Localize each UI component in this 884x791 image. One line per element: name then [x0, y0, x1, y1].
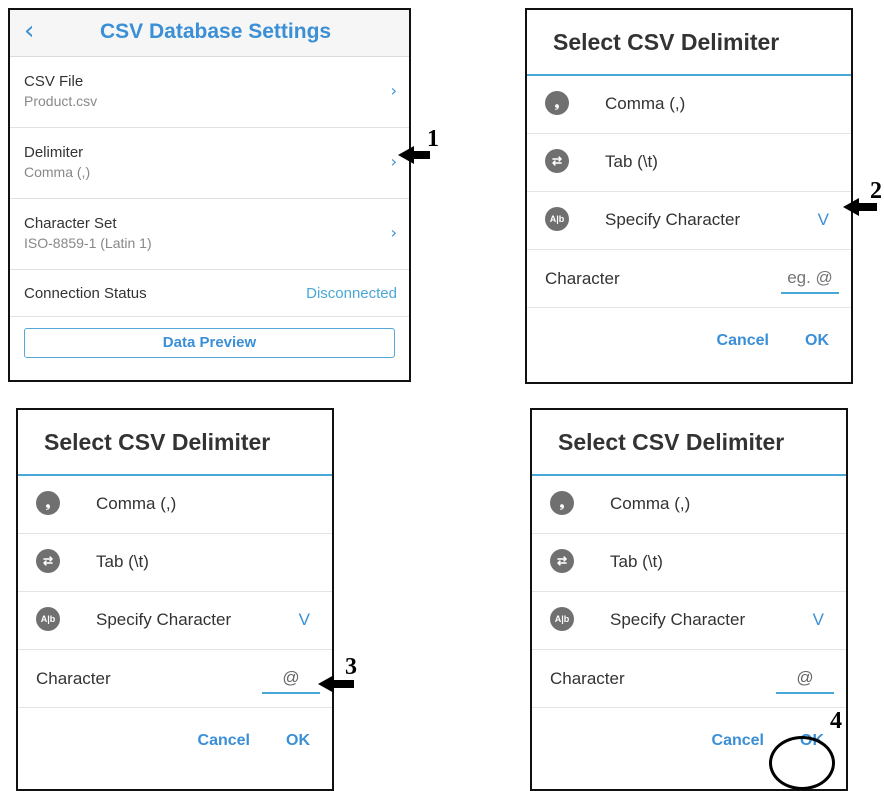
csv-file-value: Product.csv — [24, 93, 98, 109]
character-input[interactable] — [781, 268, 839, 288]
delimiter-dialog-3: Select CSV Delimiter ❟ Comma (,) ⇄ Tab (… — [530, 408, 848, 791]
delimiter-value: Comma (,) — [24, 164, 91, 180]
specify-character-icon: A|b — [545, 207, 569, 231]
cancel-button[interactable]: Cancel — [712, 732, 764, 750]
option-tab[interactable]: ⇄ Tab (\t) — [527, 134, 851, 192]
status-badge: Disconnected — [306, 285, 397, 302]
step-2-label: 2 — [870, 178, 882, 204]
character-row: Character @ — [18, 650, 332, 708]
tab-icon: ⇄ — [545, 149, 569, 173]
specify-character-icon: A|b — [36, 607, 60, 631]
cancel-button[interactable]: Cancel — [717, 332, 769, 350]
option-label: Tab (\t) — [605, 152, 658, 171]
chevron-right-icon: › — [390, 81, 397, 100]
option-comma[interactable]: ❟ Comma (,) — [527, 76, 851, 134]
step-1-arrow — [398, 146, 430, 164]
option-label: Specify Character — [610, 610, 746, 629]
tab-icon: ⇄ — [550, 549, 574, 573]
option-comma[interactable]: ❟ Comma (,) — [532, 476, 846, 534]
step-4-label: 4 — [830, 708, 842, 734]
selected-check: V — [817, 210, 829, 229]
option-label: Comma (,) — [96, 494, 177, 513]
option-label: Comma (,) — [610, 494, 691, 513]
option-label: Specify Character — [96, 610, 232, 629]
comma-icon: ❟ — [550, 491, 574, 515]
character-label: Character — [550, 669, 625, 688]
delimiter-row[interactable]: Delimiter Comma (,) › — [10, 128, 409, 199]
dialog-title: Select CSV Delimiter — [18, 410, 332, 476]
delimiter-label: Delimiter — [24, 144, 84, 161]
delimiter-dialog-1: Select CSV Delimiter ❟ Comma (,) ⇄ Tab (… — [525, 8, 853, 384]
character-row: Character — [527, 250, 851, 308]
comma-icon: ❟ — [545, 91, 569, 115]
option-specify-character[interactable]: A|b Specify Character V — [527, 192, 851, 250]
option-tab[interactable]: ⇄ Tab (\t) — [532, 534, 846, 592]
character-set-row[interactable]: Character Set ISO-8859-1 (Latin 1) › — [10, 199, 409, 270]
delimiter-dialog-2: Select CSV Delimiter ❟ Comma (,) ⇄ Tab (… — [16, 408, 334, 791]
dialog-actions: Cancel OK — [18, 708, 332, 778]
cancel-button[interactable]: Cancel — [198, 732, 250, 750]
input-underline — [781, 292, 839, 294]
connection-status-row: Connection Status Disconnected — [10, 270, 409, 317]
dialog-title: Select CSV Delimiter — [532, 410, 846, 476]
settings-header: ‹ CSV Database Settings — [10, 10, 409, 57]
connection-status-label: Connection Status — [24, 285, 147, 302]
selected-check: V — [298, 610, 310, 629]
comma-icon: ❟ — [36, 491, 60, 515]
character-row: Character @ — [532, 650, 846, 708]
back-icon[interactable]: ‹ — [24, 16, 34, 46]
selected-check: V — [812, 610, 824, 629]
character-label: Character — [545, 269, 620, 288]
character-input[interactable]: @ — [262, 668, 320, 688]
option-label: Tab (\t) — [96, 552, 149, 571]
option-label: Comma (,) — [605, 94, 686, 113]
character-set-label: Character Set — [24, 215, 117, 232]
data-preview-button[interactable]: Data Preview — [24, 328, 395, 358]
tab-icon: ⇄ — [36, 549, 60, 573]
dialog-title: Select CSV Delimiter — [527, 10, 851, 76]
specify-character-icon: A|b — [550, 607, 574, 631]
character-set-value: ISO-8859-1 (Latin 1) — [24, 235, 152, 251]
chevron-right-icon: › — [390, 223, 397, 242]
option-specify-character[interactable]: A|b Specify Character V — [18, 592, 332, 650]
ok-button[interactable]: OK — [286, 732, 310, 750]
settings-panel: ‹ CSV Database Settings CSV File Product… — [8, 8, 411, 382]
character-input[interactable]: @ — [776, 668, 834, 688]
chevron-right-icon: › — [390, 152, 397, 171]
option-label: Specify Character — [605, 210, 741, 229]
option-comma[interactable]: ❟ Comma (,) — [18, 476, 332, 534]
step-1-label: 1 — [427, 126, 439, 152]
csv-file-label: CSV File — [24, 73, 84, 90]
option-specify-character[interactable]: A|b Specify Character V — [532, 592, 846, 650]
option-label: Tab (\t) — [610, 552, 663, 571]
option-tab[interactable]: ⇄ Tab (\t) — [18, 534, 332, 592]
character-label: Character — [36, 669, 111, 688]
csv-file-row[interactable]: CSV File Product.csv › — [10, 57, 409, 128]
page-title: CSV Database Settings — [100, 20, 332, 43]
ok-highlight-circle — [769, 736, 835, 790]
input-underline — [776, 692, 834, 694]
ok-button[interactable]: OK — [805, 332, 829, 350]
input-underline — [262, 692, 320, 694]
step-3-label: 3 — [345, 654, 357, 680]
dialog-actions: Cancel OK — [527, 308, 851, 378]
